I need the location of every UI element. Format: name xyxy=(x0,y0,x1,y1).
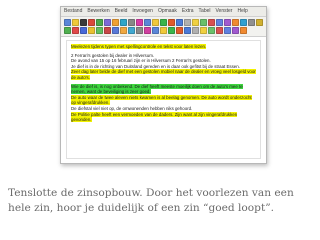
toolbar-button-icon[interactable] xyxy=(215,27,223,35)
doc-line-highlighted: De auto waar de twee aleven niets kwamen… xyxy=(71,94,252,106)
toolbar-button-icon[interactable] xyxy=(231,18,239,26)
toolbar-button-icon[interactable] xyxy=(183,18,191,26)
toolbar-button-icon[interactable] xyxy=(231,27,239,35)
toolbar-button-icon[interactable] xyxy=(159,18,167,26)
toolbar xyxy=(61,17,266,37)
toolbar-button-icon[interactable] xyxy=(151,18,159,26)
toolbar-button-icon[interactable] xyxy=(111,18,119,26)
document-text: Meelezen tijdens typen met spellingcontr… xyxy=(71,44,256,123)
doc-line-highlighted: Zeer dag later belde de dief met een ges… xyxy=(71,69,256,80)
toolbar-button-icon[interactable] xyxy=(79,27,87,35)
doc-line: De avond van 15 op 16 februari zijn er i… xyxy=(71,58,211,64)
menu-bar: Bestand Bewerken Beeld Invoegen Opmaak E… xyxy=(61,7,266,17)
toolbar-button-icon[interactable] xyxy=(207,18,215,26)
toolbar-button-icon[interactable] xyxy=(71,27,79,35)
menu-item[interactable]: Help xyxy=(237,7,247,16)
toolbar-button-icon[interactable] xyxy=(247,18,255,26)
toolbar-button-icon[interactable] xyxy=(183,27,191,35)
toolbar-button-icon[interactable] xyxy=(191,27,199,35)
toolbar-button-icon[interactable] xyxy=(215,18,223,26)
toolbar-button-icon[interactable] xyxy=(175,27,183,35)
toolbar-button-icon[interactable] xyxy=(111,27,119,35)
toolbar-button-icon[interactable] xyxy=(151,27,159,35)
toolbar-button-icon[interactable] xyxy=(103,18,111,26)
toolbar-button-icon[interactable] xyxy=(167,18,175,26)
doc-line: Je dief is in de richting van Duitsland … xyxy=(71,63,240,69)
toolbar-button-icon[interactable] xyxy=(63,27,71,35)
toolbar-button-icon[interactable] xyxy=(127,27,135,35)
menu-item[interactable]: Extra xyxy=(182,7,194,16)
toolbar-button-icon[interactable] xyxy=(87,27,95,35)
document-pane[interactable]: Meelezen tijdens typen met spellingcontr… xyxy=(66,40,261,159)
menu-item[interactable]: Bewerken xyxy=(87,7,109,16)
doc-line-highlighted: Wie de dief is, is nog onbekend. De dief… xyxy=(71,83,243,95)
toolbar-button-icon[interactable] xyxy=(95,18,103,26)
doc-line: De diefstal viel niet op, de omwonenden … xyxy=(71,105,193,111)
toolbar-button-icon[interactable] xyxy=(255,18,263,26)
toolbar-button-icon[interactable] xyxy=(119,27,127,35)
menu-item[interactable]: Invoegen xyxy=(132,7,153,16)
toolbar-button-icon[interactable] xyxy=(87,18,95,26)
document-title: Meelezen tijdens typen met spellingcontr… xyxy=(71,44,207,49)
menu-item[interactable]: Tabel xyxy=(199,7,211,16)
slide-caption: Tenslotte de zinsopbouw. Door het voorle… xyxy=(8,187,294,214)
toolbar-button-icon[interactable] xyxy=(119,18,127,26)
toolbar-button-icon[interactable] xyxy=(223,18,231,26)
menu-item[interactable]: Opmaak xyxy=(158,7,177,16)
toolbar-button-icon[interactable] xyxy=(191,18,199,26)
toolbar-button-icon[interactable] xyxy=(199,27,207,35)
doc-line: 2 Ferrari's gestolen bij dealer in Hilve… xyxy=(71,52,155,58)
toolbar-button-icon[interactable] xyxy=(95,27,103,35)
doc-line-highlighted: De Politie palte heeft een vermoeden van… xyxy=(71,111,238,123)
toolbar-button-icon[interactable] xyxy=(175,18,183,26)
toolbar-button-icon[interactable] xyxy=(135,27,143,35)
toolbar-button-icon[interactable] xyxy=(79,18,87,26)
toolbar-button-icon[interactable] xyxy=(127,18,135,26)
word-processor-window: Bestand Bewerken Beeld Invoegen Opmaak E… xyxy=(60,6,267,164)
toolbar-button-icon[interactable] xyxy=(63,18,71,26)
toolbar-button-icon[interactable] xyxy=(207,27,215,35)
toolbar-button-icon[interactable] xyxy=(239,27,247,35)
toolbar-button-icon[interactable] xyxy=(159,27,167,35)
toolbar-button-icon[interactable] xyxy=(143,27,151,35)
toolbar-button-icon[interactable] xyxy=(223,27,231,35)
toolbar-button-icon[interactable] xyxy=(135,18,143,26)
toolbar-button-icon[interactable] xyxy=(71,18,79,26)
menu-item[interactable]: Venster xyxy=(216,7,233,16)
toolbar-button-icon[interactable] xyxy=(167,27,175,35)
toolbar-button-icon[interactable] xyxy=(199,18,207,26)
toolbar-button-icon[interactable] xyxy=(239,18,247,26)
toolbar-button-icon[interactable] xyxy=(143,18,151,26)
menu-item[interactable]: Beeld xyxy=(115,7,128,16)
menu-item[interactable]: Bestand xyxy=(64,7,82,16)
toolbar-button-icon[interactable] xyxy=(103,27,111,35)
